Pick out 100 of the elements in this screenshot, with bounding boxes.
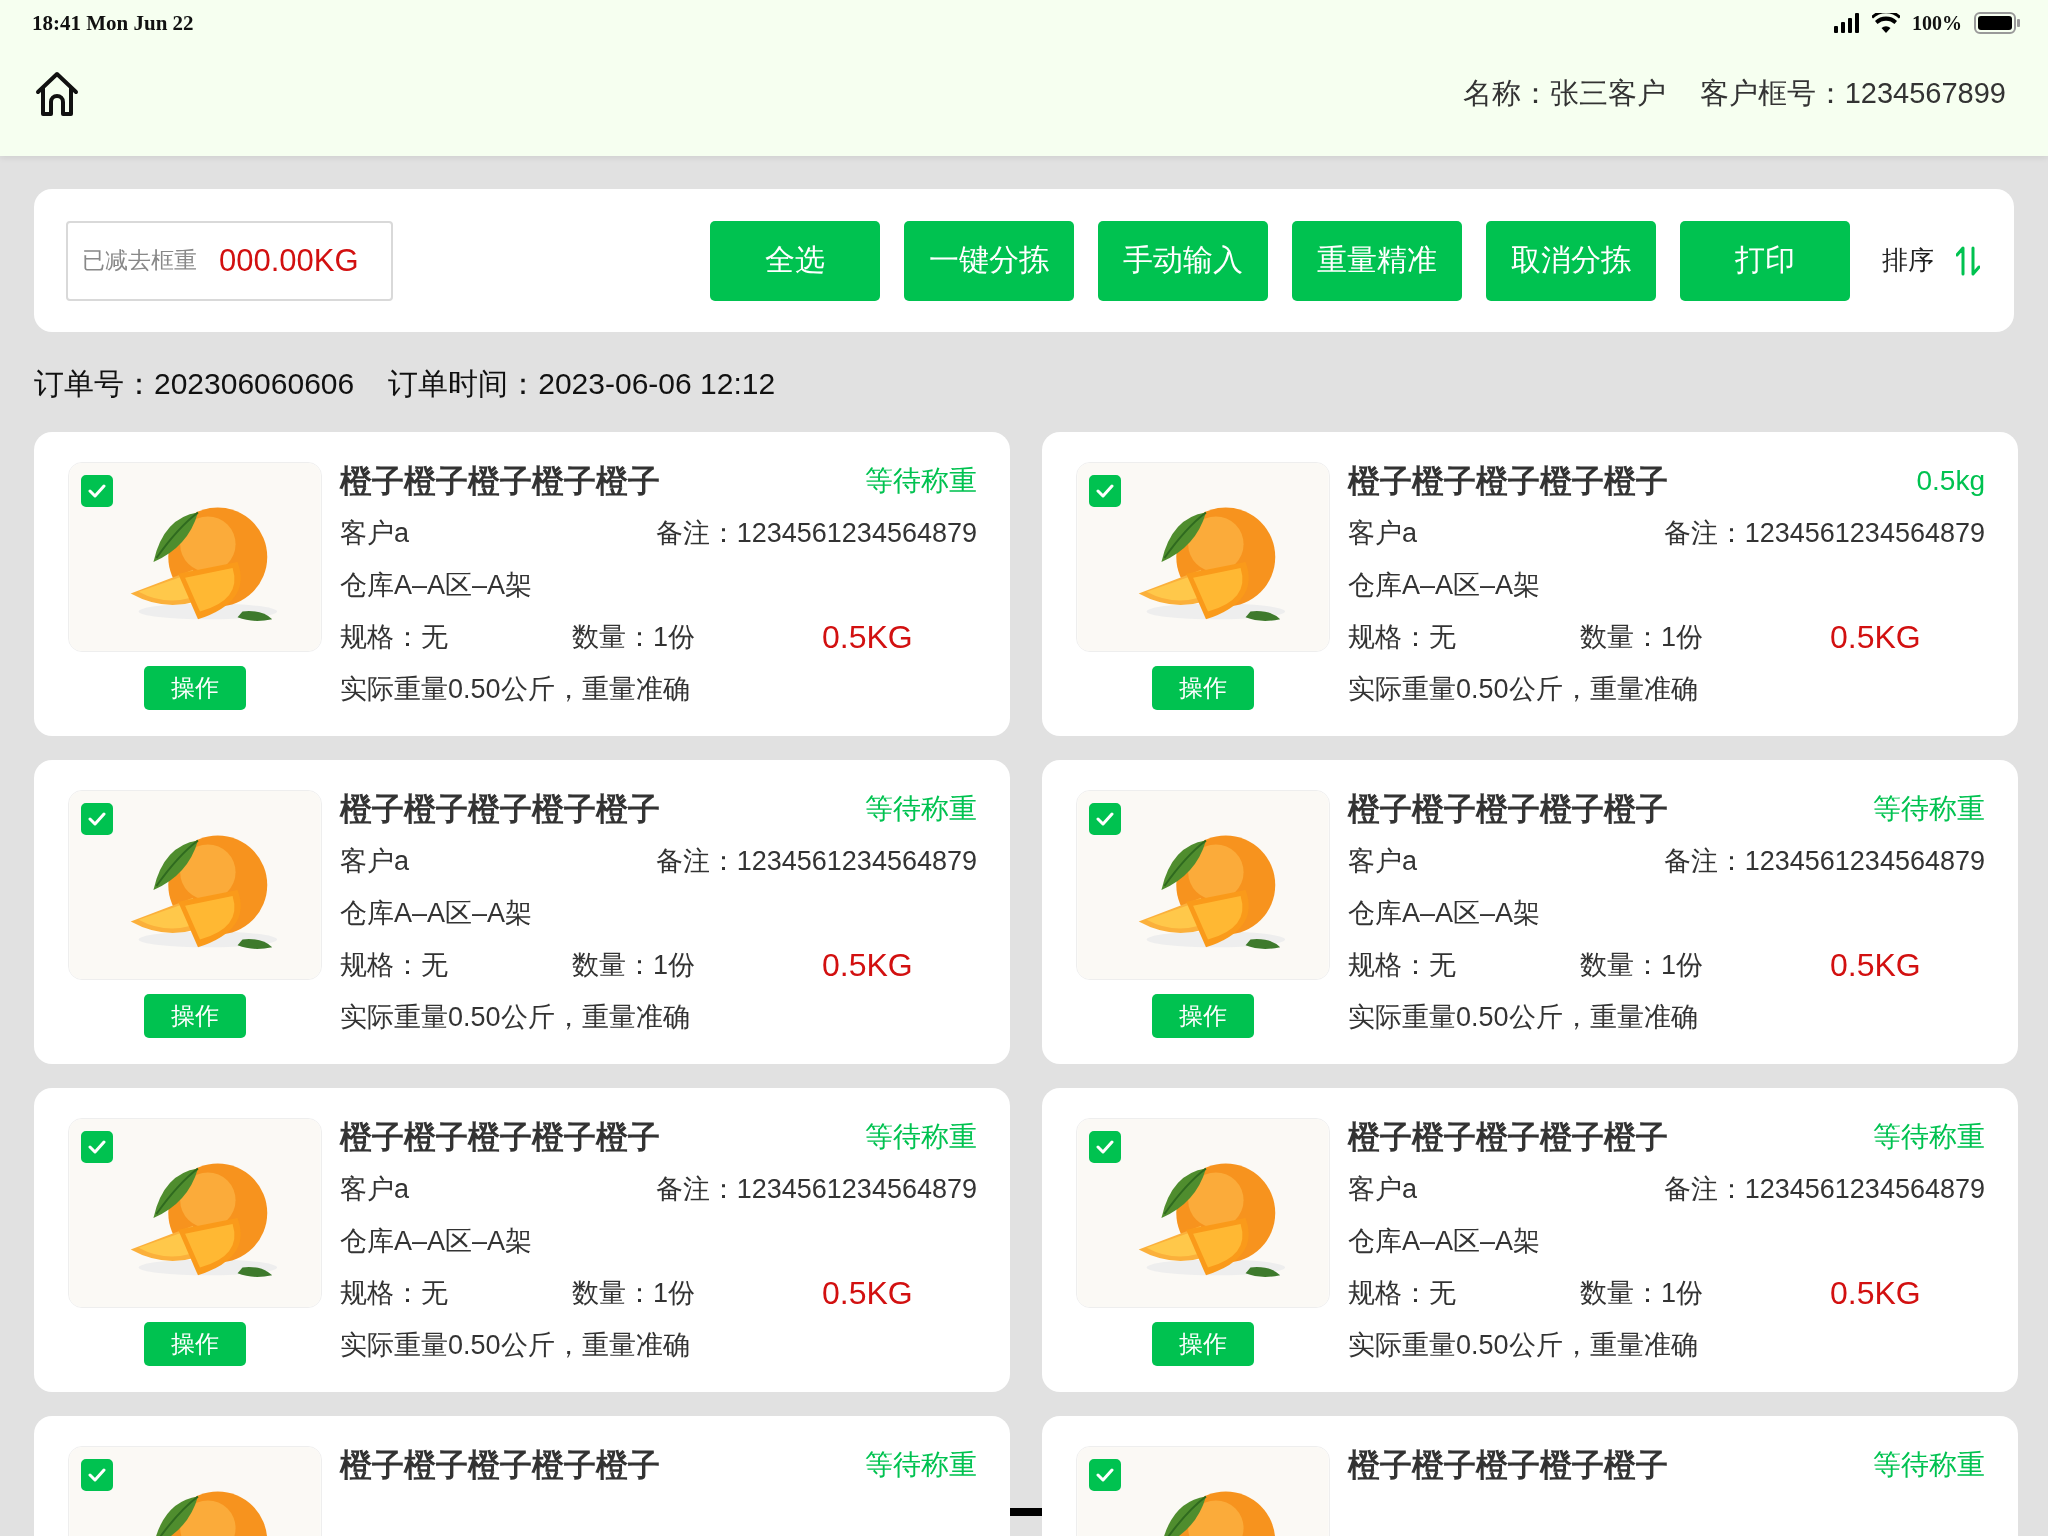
operate-button[interactable]: 操作: [144, 666, 246, 710]
customer-name: 名称：张三客户: [1462, 76, 1666, 111]
product-title: 橙子橙子橙子橙子橙子: [340, 1119, 660, 1155]
spec-text: 规格：无: [1348, 949, 1457, 982]
weight-value: 0.5KG: [822, 618, 914, 657]
note-text: 备注：1234561234564879: [1663, 845, 1985, 878]
customer-text: 客户a: [1348, 1173, 1418, 1206]
location-text: 仓库A–A区–A架: [1348, 570, 1541, 600]
customer-box-number: 客户框号：1234567899: [1699, 76, 2006, 111]
location-text: 仓库A–A区–A架: [340, 1226, 533, 1256]
quantity-text: 数量：1份: [572, 1277, 697, 1310]
checkbox[interactable]: [1089, 1131, 1121, 1163]
operate-button[interactable]: 操作: [1152, 1322, 1254, 1366]
customer-text: 客户a: [340, 845, 410, 878]
weigh-status: 等待称重: [1873, 1449, 1985, 1481]
action-button[interactable]: 取消分拣: [1486, 220, 1656, 301]
quantity-text: 数量：1份: [1580, 949, 1705, 982]
quantity-text: 数量：1份: [1580, 1277, 1705, 1310]
spec-text: 规格：无: [340, 1277, 449, 1310]
product-title: 橙子橙子橙子橙子橙子: [340, 1447, 660, 1483]
action-button[interactable]: 手动输入: [1098, 220, 1268, 301]
location-text: 仓库A–A区–A架: [1348, 898, 1541, 928]
weight-value: 0.5KG: [1830, 618, 1922, 657]
actual-weight-text: 实际重量0.50公斤，重量准确: [1348, 674, 1698, 704]
note-text: 备注：1234561234564879: [655, 1173, 977, 1206]
note-text: 备注：1234561234564879: [1663, 1173, 1985, 1206]
checkbox[interactable]: [1089, 475, 1121, 507]
product-title: 橙子橙子橙子橙子橙子: [340, 791, 660, 827]
location-text: 仓库A–A区–A架: [1348, 1226, 1541, 1256]
spec-text: 规格：无: [340, 949, 449, 982]
spec-text: 规格：无: [1348, 1277, 1457, 1310]
checkbox[interactable]: [81, 1459, 113, 1491]
weight-value: 0.5KG: [1830, 1274, 1922, 1313]
action-button[interactable]: 打印: [1680, 220, 1850, 301]
customer-text: 客户a: [340, 517, 410, 550]
order-number: 订单号：202306060606: [34, 366, 355, 402]
weigh-status: 等待称重: [865, 1121, 977, 1153]
check-icon: [88, 484, 106, 498]
weight-value: 0.5KG: [822, 1274, 914, 1313]
action-button[interactable]: 一键分拣: [904, 220, 1074, 301]
quantity-text: 数量：1份: [1580, 621, 1705, 654]
customer-text: 客户a: [340, 1173, 410, 1206]
actual-weight-text: 实际重量0.50公斤，重量准确: [1348, 1330, 1698, 1360]
location-text: 仓库A–A区–A架: [340, 570, 533, 600]
note-text: 备注：1234561234564879: [1663, 517, 1985, 550]
tare-field: 已减去框重 000.00KG: [66, 220, 393, 301]
operate-button[interactable]: 操作: [144, 994, 246, 1038]
weigh-status: 等待称重: [865, 793, 977, 825]
note-text: 备注：1234561234564879: [655, 517, 977, 550]
check-icon: [1096, 1468, 1114, 1482]
home-icon[interactable]: [34, 70, 80, 118]
actual-weight-text: 实际重量0.50公斤，重量准确: [1348, 1002, 1698, 1032]
weigh-status: 等待称重: [865, 1449, 977, 1481]
product-title: 橙子橙子橙子橙子橙子: [1348, 1119, 1668, 1155]
operate-button[interactable]: 操作: [1152, 666, 1254, 710]
operate-button[interactable]: 操作: [1152, 994, 1254, 1038]
check-icon: [88, 1468, 106, 1482]
home-indicator: [1010, 1508, 1042, 1516]
checkbox[interactable]: [81, 803, 113, 835]
spec-text: 规格：无: [340, 621, 449, 654]
status-time: 18:41 Mon Jun 22: [32, 10, 194, 36]
action-button[interactable]: 全选: [710, 220, 880, 301]
quantity-text: 数量：1份: [572, 621, 697, 654]
location-text: 仓库A–A区–A架: [340, 898, 533, 928]
customer-text: 客户a: [1348, 845, 1418, 878]
note-text: 备注：1234561234564879: [655, 845, 977, 878]
check-icon: [88, 812, 106, 826]
checkbox[interactable]: [1089, 1459, 1121, 1491]
actual-weight-text: 实际重量0.50公斤，重量准确: [340, 1330, 690, 1360]
product-title: 橙子橙子橙子橙子橙子: [1348, 791, 1668, 827]
operate-button[interactable]: 操作: [144, 1322, 246, 1366]
weigh-status: 等待称重: [1873, 793, 1985, 825]
order-time: 订单时间：2023-06-06 12:12: [388, 366, 776, 402]
check-icon: [1096, 1140, 1114, 1154]
check-icon: [1096, 484, 1114, 498]
weigh-status: 0.5kg: [1916, 465, 1985, 497]
sort-label[interactable]: 排序: [1882, 243, 1934, 278]
sort-icon[interactable]: [1956, 245, 1980, 276]
quantity-text: 数量：1份: [572, 949, 697, 982]
battery-icon: [1974, 12, 2020, 34]
product-title: 橙子橙子橙子橙子橙子: [1348, 463, 1668, 499]
product-title: 橙子橙子橙子橙子橙子: [340, 463, 660, 499]
battery-percent: 100%: [1912, 11, 1962, 35]
customer-text: 客户a: [1348, 517, 1418, 550]
weight-value: 0.5KG: [822, 946, 914, 985]
signal-icon: [1834, 13, 1860, 33]
weight-value: 0.5KG: [1830, 946, 1922, 985]
wifi-icon: [1872, 13, 1900, 33]
check-icon: [88, 1140, 106, 1154]
checkbox[interactable]: [81, 1131, 113, 1163]
actual-weight-text: 实际重量0.50公斤，重量准确: [340, 1002, 690, 1032]
product-title: 橙子橙子橙子橙子橙子: [1348, 1447, 1668, 1483]
check-icon: [1096, 812, 1114, 826]
action-button[interactable]: 重量精准: [1292, 220, 1462, 301]
actual-weight-text: 实际重量0.50公斤，重量准确: [340, 674, 690, 704]
spec-text: 规格：无: [1348, 621, 1457, 654]
checkbox[interactable]: [1089, 803, 1121, 835]
weigh-status: 等待称重: [865, 465, 977, 497]
weigh-status: 等待称重: [1873, 1121, 1985, 1153]
checkbox[interactable]: [81, 475, 113, 507]
